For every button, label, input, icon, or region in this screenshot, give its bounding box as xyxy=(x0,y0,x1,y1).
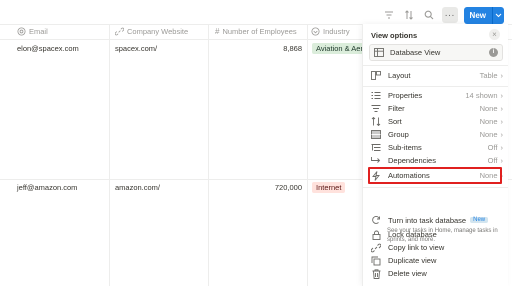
lock-database-option[interactable]: Lock database xyxy=(369,228,503,241)
option-value: None xyxy=(479,130,498,139)
info-icon[interactable]: i xyxy=(489,48,498,57)
list-icon xyxy=(371,91,381,101)
search-icon[interactable] xyxy=(422,8,436,22)
chevron-right-icon: › xyxy=(500,71,504,80)
filter-icon xyxy=(371,104,381,114)
column-label: Number of Employees xyxy=(222,27,297,36)
table-icon xyxy=(374,48,384,57)
industry-tag[interactable]: Internet xyxy=(312,182,346,193)
sub-items-icon xyxy=(371,143,381,153)
close-button[interactable]: × xyxy=(489,29,500,40)
option-label: Duplicate view xyxy=(388,256,437,265)
convert-icon xyxy=(371,215,381,225)
option-label: Delete view xyxy=(388,269,427,278)
chevron-right-icon: › xyxy=(500,104,504,113)
properties-option[interactable]: Properties 14 shown › xyxy=(369,89,503,102)
panel-title: View options xyxy=(371,31,418,40)
view-options-panel: View options × Database View i Layout Ta… xyxy=(363,24,508,286)
divider xyxy=(363,187,508,188)
more-options-button[interactable]: ··· xyxy=(441,7,458,23)
copy-link-option[interactable]: Copy link to view xyxy=(369,241,503,254)
divider xyxy=(363,86,508,87)
column-divider xyxy=(307,24,308,286)
sort-icon[interactable] xyxy=(402,8,416,22)
chevron-right-icon: › xyxy=(500,117,504,126)
option-value: Off xyxy=(487,143,498,152)
duplicate-icon xyxy=(371,256,381,266)
column-header-company-website[interactable]: Company Website xyxy=(115,24,188,39)
column-label: Company Website xyxy=(127,27,189,36)
divider xyxy=(363,65,508,66)
filter-option[interactable]: Filter None › xyxy=(369,102,503,115)
view-toolbar: ··· New xyxy=(382,6,504,24)
link-icon xyxy=(371,243,381,253)
option-value: None xyxy=(479,104,498,113)
lock-icon xyxy=(371,230,381,240)
column-label: Industry xyxy=(323,27,350,36)
at-icon xyxy=(17,27,26,36)
option-value: None xyxy=(479,117,498,126)
sort-option[interactable]: Sort None › xyxy=(369,115,503,128)
sort-icon xyxy=(371,117,381,127)
column-header-industry[interactable]: Industry xyxy=(311,24,350,39)
filter-icon[interactable] xyxy=(382,8,396,22)
option-label: Dependencies xyxy=(388,156,436,165)
delete-view-option[interactable]: Delete view xyxy=(369,267,503,280)
dependencies-icon xyxy=(371,156,381,166)
employees-cell[interactable]: 8,868 xyxy=(215,44,302,53)
dependencies-option[interactable]: Dependencies Off › xyxy=(369,154,503,167)
option-value: Off xyxy=(487,156,498,165)
chevron-down-icon xyxy=(495,13,502,17)
option-label: Copy link to view xyxy=(388,243,445,252)
database-name-field[interactable]: Database View i xyxy=(369,44,503,61)
column-divider xyxy=(109,24,110,286)
hash-icon: # xyxy=(215,27,220,36)
column-header-email[interactable]: Email xyxy=(17,24,48,39)
duplicate-view-option[interactable]: Duplicate view xyxy=(369,254,503,267)
option-label: Sort xyxy=(388,117,402,126)
option-label: Sub-items xyxy=(388,143,422,152)
employees-cell[interactable]: 720,000 xyxy=(215,183,302,192)
database-name: Database View xyxy=(390,48,441,57)
layout-option[interactable]: Layout Table › xyxy=(369,69,503,82)
website-cell[interactable]: amazon.com/ xyxy=(115,183,160,192)
option-label: Layout xyxy=(388,71,411,80)
group-option[interactable]: Group None › xyxy=(369,128,503,141)
option-label: Properties xyxy=(388,91,423,100)
layout-icon xyxy=(371,71,381,81)
turn-into-task-database-option[interactable]: Turn into task database New xyxy=(369,215,503,225)
new-button[interactable]: New xyxy=(463,6,492,24)
column-divider xyxy=(208,24,209,286)
chevron-right-icon: › xyxy=(500,156,504,165)
sub-items-option[interactable]: Sub-items Off › xyxy=(369,141,503,154)
option-label: Turn into task database xyxy=(388,215,467,225)
chevron-right-icon: › xyxy=(500,143,504,152)
column-label: Email xyxy=(29,27,48,36)
link-icon xyxy=(115,27,124,36)
trash-icon xyxy=(371,268,381,279)
chevron-right-icon: › xyxy=(500,130,504,139)
group-icon xyxy=(371,130,381,140)
option-label: Filter xyxy=(388,104,405,113)
email-cell[interactable]: elon@spacex.com xyxy=(17,44,79,53)
new-badge: New xyxy=(470,217,489,223)
new-button-group: New xyxy=(463,6,504,24)
option-value: Table xyxy=(479,71,498,80)
chevron-right-icon: › xyxy=(500,91,504,100)
email-cell[interactable]: jeff@amazon.com xyxy=(17,183,77,192)
option-label: Group xyxy=(388,130,409,139)
select-icon xyxy=(311,27,320,36)
option-value: 14 shown xyxy=(465,91,498,100)
highlight-box xyxy=(368,167,502,184)
column-header-number-of-employees[interactable]: # Number of Employees xyxy=(215,24,297,39)
website-cell[interactable]: spacex.com/ xyxy=(115,44,157,53)
new-dropdown-button[interactable] xyxy=(492,6,504,24)
option-label: Lock database xyxy=(388,230,437,239)
